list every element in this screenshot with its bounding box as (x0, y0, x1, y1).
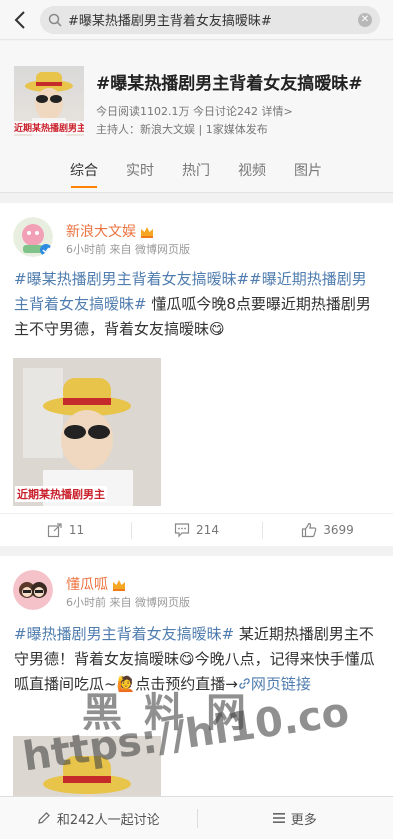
crown-icon (113, 580, 125, 591)
comment-icon (174, 523, 190, 538)
repost-button[interactable]: 11 (0, 514, 131, 546)
emoji: 🙋 (116, 675, 136, 693)
emoji: 😋 (179, 650, 195, 668)
discuss-label: 和242人一起讨论 (56, 812, 160, 828)
avatar[interactable] (13, 217, 53, 257)
post-time: 6小时前 来自 微博网页版 (66, 596, 190, 609)
cover-caption: 近期某热播剧男主 (14, 121, 84, 134)
topic-cover-image: 近期某热播剧男主 (14, 66, 84, 136)
repost-count: 11 (68, 523, 85, 537)
tab-hot[interactable]: 热门 (168, 149, 224, 192)
thumbs-up-icon (302, 522, 317, 538)
like-button[interactable]: 3699 (262, 514, 393, 546)
tab-video[interactable]: 视频 (224, 149, 280, 192)
author-label: 懂瓜呱 (66, 577, 108, 593)
author-name[interactable]: 懂瓜呱 (66, 574, 126, 594)
search-query: #曝某热播剧男主背着女友搞暧昧# (68, 14, 272, 29)
post-content: #曝热播剧男主背着女友搞暧昧# 某近期热播剧男主不守男德！背着女友搞暧昧😋今晚八… (14, 622, 380, 697)
avatar[interactable] (13, 570, 53, 610)
post-content: #曝某热播剧男主背着女友搞暧昧##曝近期热播剧男主背着女友搞暧昧# 懂瓜呱今晚8… (14, 267, 380, 342)
web-link[interactable]: 网页链接 (251, 675, 311, 693)
topic-host: 主持人：新浪大文娱 | 1家媒体发布 (96, 123, 268, 136)
search-icon (48, 13, 62, 27)
edit-icon (38, 812, 50, 824)
like-count: 3699 (323, 523, 354, 537)
author-name[interactable]: 新浪大文娱 (66, 221, 154, 241)
tab-bar: 综合 实时 热门 视频 图片 (0, 149, 393, 193)
image-caption: 近期某热播剧男主 (15, 486, 107, 502)
more-label: 更多 (290, 812, 317, 828)
author-label: 新浪大文娱 (66, 224, 136, 240)
hashtag[interactable]: #曝热播剧男主背着女友搞暧昧# (14, 625, 234, 643)
action-bar: 11 214 3699 (0, 513, 393, 546)
bottom-bar: 和242人一起讨论 更多 (0, 796, 393, 839)
emoji: 😋 (209, 320, 225, 338)
post-image[interactable]: 近期某热播剧男主 (13, 358, 161, 506)
menu-icon (272, 813, 285, 823)
post-text: 点击预约直播→ (135, 675, 238, 693)
topic-header: 近期某热播剧男主 #曝某热播剧男主背着女友搞暧昧# 今日阅读1102.1万 今日… (0, 41, 393, 149)
clear-icon[interactable]: ✕ (358, 12, 372, 27)
top-bar: #曝某热播剧男主背着女友搞暧昧# ✕ (0, 0, 393, 40)
discuss-button[interactable]: 和242人一起讨论 (0, 797, 197, 839)
tab-comprehensive[interactable]: 综合 (56, 149, 112, 192)
link-icon (239, 678, 250, 689)
topic-title: #曝某热播剧男主背着女友搞暧昧# (96, 74, 363, 94)
post-card: 新浪大文娱 6小时前 来自 微博网页版 #曝某热播剧男主背着女友搞暧昧##曝近期… (0, 203, 393, 546)
hashtag[interactable]: #曝某热播剧男主背着女友搞暧昧# (14, 270, 249, 288)
more-button[interactable]: 更多 (196, 797, 393, 839)
share-icon (47, 523, 62, 538)
chevron-left-icon (14, 10, 25, 29)
tab-images[interactable]: 图片 (280, 149, 336, 192)
topic-stats[interactable]: 今日阅读1102.1万 今日讨论242 详情> (96, 103, 293, 119)
back-button[interactable] (0, 0, 40, 40)
comment-button[interactable]: 214 (131, 514, 262, 546)
tab-realtime[interactable]: 实时 (112, 149, 168, 192)
crown-icon (141, 227, 153, 238)
comment-count: 214 (196, 523, 219, 537)
post-time: 6小时前 来自 微博网页版 (66, 243, 190, 256)
search-input[interactable]: #曝某热播剧男主背着女友搞暧昧# ✕ (40, 5, 380, 34)
